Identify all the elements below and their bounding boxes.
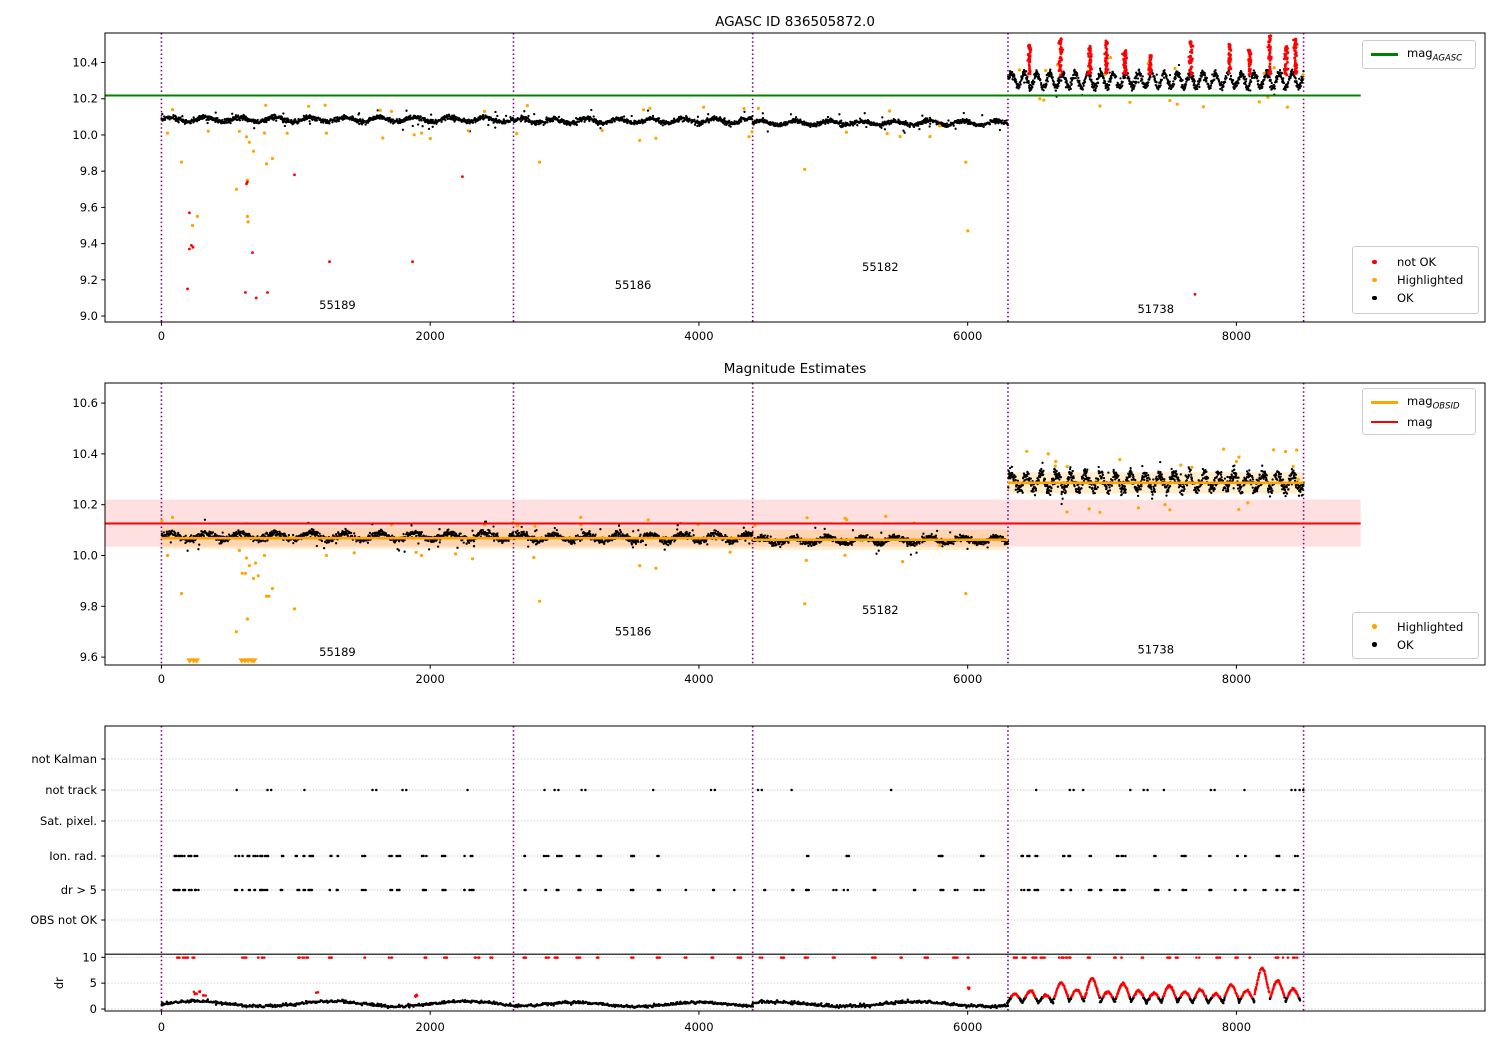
y-tick-label: 9.8 (80, 599, 98, 613)
legend-marker (1372, 259, 1377, 265)
x-tick-label: 0 (158, 329, 165, 343)
y-tick-label: 9.2 (80, 273, 98, 287)
plot-area: 55189 55186 55182 51738 0 2000 4000 6000 8000 9.0… (30, 32, 1486, 1034)
legend-label-subscript: AGASC (1432, 53, 1463, 64)
dr-axis-label: dr (52, 977, 66, 989)
legend-marker (1371, 420, 1398, 424)
obsid-label: 55189 (319, 298, 356, 312)
panel2-title: Magnitude Estimates (723, 361, 867, 377)
obsid-label: 55186 (615, 625, 652, 639)
legend-mag-agasc: magAGASC (1362, 40, 1476, 69)
dr-tick-label: 5 (90, 976, 97, 990)
x-tick-label: 2000 (416, 672, 445, 686)
flag-row-label: Sat. pixel. (40, 814, 97, 828)
legend-marker (1372, 295, 1377, 301)
legend-marker (1372, 642, 1377, 647)
legend-label: mag (1407, 415, 1433, 430)
legend-label: Highlighted (1397, 619, 1464, 634)
legend-label-subscript: OBSID (1432, 401, 1460, 412)
legend-item: mag (1371, 415, 1467, 429)
legend-marker (1371, 401, 1398, 404)
legend-dot-icon (1361, 295, 1388, 301)
legend-item: not OK (1361, 255, 1470, 269)
panel1-title: AGASC ID 836505872.0 (715, 14, 875, 30)
legend-marker (1372, 277, 1377, 283)
legend-dot-icon (1361, 259, 1388, 265)
legend-item: Highlighted (1361, 620, 1470, 634)
y-tick-label: 9.4 (80, 237, 98, 251)
ok-points (160, 63, 1305, 134)
x-tick-label: 4000 (684, 329, 713, 343)
legend-item: magOBSID (1371, 394, 1467, 411)
not-ok-points (186, 34, 1299, 300)
y-tick-label: 10.0 (72, 128, 98, 142)
legend-marker (1371, 53, 1398, 56)
obsid-label: 55186 (615, 278, 652, 292)
x-tick-label: 2000 (416, 329, 445, 343)
legend-item: OK (1361, 291, 1470, 305)
x-tick-label: 2000 (416, 1020, 445, 1034)
legend-dot-icon (1361, 277, 1388, 283)
legend-marker (1372, 624, 1377, 629)
y-tick-label: 10.2 (72, 498, 98, 512)
legend-line-swatch (1371, 420, 1398, 424)
legend-point-status-top: not OK Highlighted OK (1352, 246, 1479, 314)
flag-row-label: not track (45, 783, 97, 797)
y-tick-label: 10.6 (72, 396, 98, 410)
legend-line-swatch (1371, 401, 1398, 404)
legend-item: OK (1361, 638, 1470, 652)
legend-label: magOBSID (1407, 393, 1460, 412)
legend-item: magAGASC (1371, 46, 1467, 63)
obsid-label: 51738 (1137, 302, 1174, 316)
legend-label: magAGASC (1407, 45, 1463, 64)
x-tick-label: 8000 (1222, 672, 1251, 686)
x-tick-label: 0 (158, 1020, 165, 1034)
y-tick-label: 10.4 (72, 56, 98, 70)
x-tick-label: 6000 (953, 672, 982, 686)
flag-ok-points (160, 788, 1305, 1010)
y-tick-label: 10.2 (72, 92, 98, 106)
legend-label: OK (1397, 637, 1414, 652)
flag-red-points (175, 956, 1300, 999)
x-tick-label: 8000 (1222, 1020, 1251, 1034)
panel3-frame (104, 725, 1486, 1012)
y-tick-label: 10.0 (72, 549, 98, 563)
dr-tick-label: 10 (82, 950, 97, 964)
x-tick-label: 8000 (1222, 329, 1251, 343)
legend-dot-icon (1361, 624, 1388, 629)
obsid-label: 55189 (319, 645, 356, 659)
figure-canvas: 55189 55186 55182 51738 0 2000 4000 6000 8000 9.0… (0, 0, 1500, 1050)
flag-row-label: OBS not OK (30, 913, 97, 927)
dr-tick-label: 0 (90, 1002, 97, 1016)
y-tick-label: 9.6 (80, 650, 98, 664)
obsid-label: 55182 (862, 603, 899, 617)
legend-dot-icon (1361, 642, 1388, 647)
obsid-label: 55182 (862, 260, 899, 274)
x-tick-label: 6000 (953, 329, 982, 343)
flag-row-label: not Kalman (31, 752, 97, 766)
x-tick-label: 4000 (684, 672, 713, 686)
flag-row-label: dr > 5 (61, 883, 97, 897)
y-tick-label: 9.6 (80, 200, 98, 214)
legend-label: not OK (1397, 255, 1437, 269)
x-tick-label: 6000 (953, 1020, 982, 1034)
legend-label: Highlighted (1397, 273, 1464, 287)
x-tick-label: 4000 (684, 1020, 713, 1034)
legend-label: OK (1397, 291, 1414, 305)
y-tick-label: 9.0 (80, 309, 98, 323)
x-tick-label: 0 (158, 672, 165, 686)
obsid-label: 51738 (1137, 643, 1174, 657)
y-tick-label: 9.8 (80, 164, 98, 178)
legend-line-swatch (1371, 53, 1398, 56)
legend-point-status-mid: Highlighted OK (1352, 612, 1479, 659)
y-tick-label: 10.4 (72, 447, 98, 461)
flag-row-label: Ion. rad. (49, 849, 97, 863)
legend-item: Highlighted (1361, 273, 1470, 287)
legend-mag-obsid: magOBSID mag (1362, 388, 1476, 435)
